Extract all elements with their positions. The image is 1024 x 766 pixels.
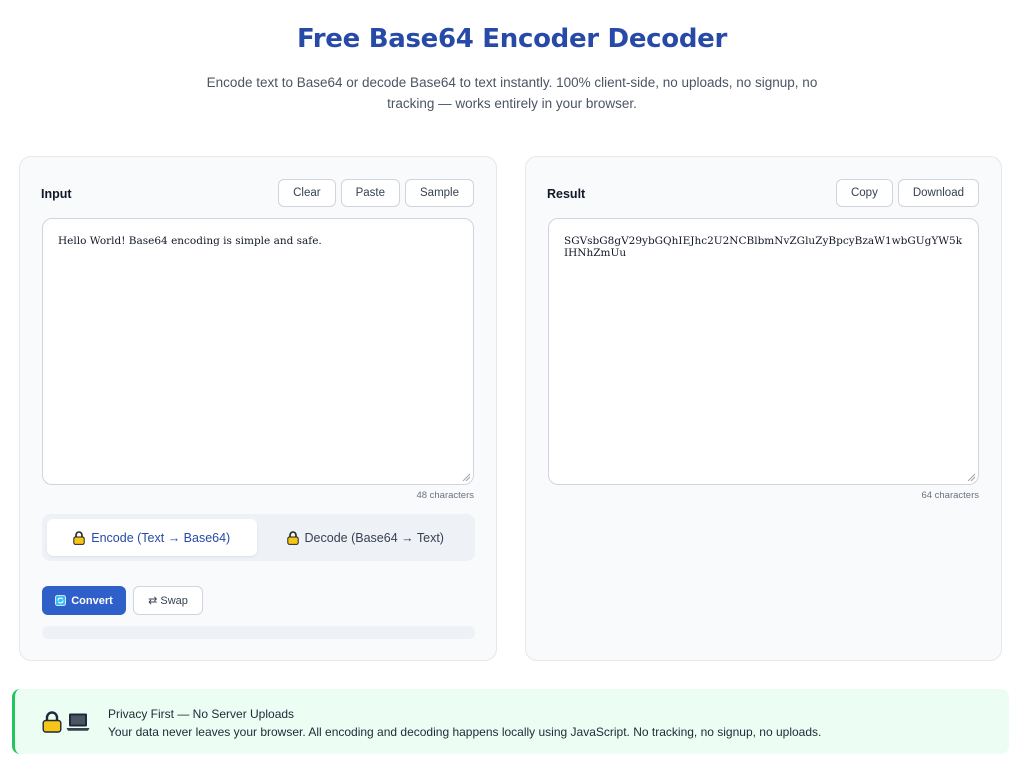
download-button[interactable]: Download xyxy=(897,179,979,207)
input-text: Hello World! Base64 encoding is simple a… xyxy=(58,235,322,247)
swap-button[interactable]: ⇄ Swap xyxy=(133,586,203,615)
lock-icon xyxy=(73,530,85,545)
result-panel: Result Copy Download SGVsbG8gV29ybGQhIEJ… xyxy=(525,156,1002,661)
laptop-icon xyxy=(66,713,90,731)
tab-decode[interactable]: Decode (Base64 → Text) xyxy=(261,519,471,556)
clear-button[interactable]: Clear xyxy=(278,179,336,207)
privacy-notice: Privacy First — No Server Uploads Your d… xyxy=(12,689,1009,754)
mode-tabs: Encode (Text → Base64) Decode (Base64 → … xyxy=(42,514,475,561)
input-toolbar: Clear Paste Sample xyxy=(278,179,474,207)
page-subtitle: Encode text to Base64 or decode Base64 t… xyxy=(206,75,818,111)
lock-icon xyxy=(42,711,62,733)
result-label: Result xyxy=(547,187,586,201)
convert-button[interactable]: Convert xyxy=(42,586,126,615)
result-textarea[interactable]: SGVsbG8gV29ybGQhIEJhc2U2NCBlbmNvZGluZyBp… xyxy=(548,218,979,485)
notice-text: Your data never leaves your browser. All… xyxy=(108,725,822,739)
tab-decode-label: Decode (Base64 → Text) xyxy=(304,530,444,545)
input-panel: Input Clear Paste Sample Hello World! Ba… xyxy=(19,156,497,661)
input-char-count: 48 characters xyxy=(416,490,474,501)
resize-grip-icon[interactable] xyxy=(967,473,975,481)
copy-button[interactable]: Copy xyxy=(835,179,893,207)
tab-encode-label: Encode (Text → Base64) xyxy=(91,530,231,545)
convert-label: Convert xyxy=(71,594,113,607)
sample-button[interactable]: Sample xyxy=(405,179,474,207)
convert-icon xyxy=(55,595,67,606)
result-toolbar: Copy Download xyxy=(835,179,979,207)
result-text: SGVsbG8gV29ybGQhIEJhc2U2NCBlbmNvZGluZyBp… xyxy=(564,235,963,259)
notice-title: Privacy First — No Server Uploads xyxy=(108,707,295,721)
input-label: Input xyxy=(41,187,72,201)
paste-button[interactable]: Paste xyxy=(340,179,400,207)
tab-encode[interactable]: Encode (Text → Base64) xyxy=(47,519,257,556)
result-char-count: 64 characters xyxy=(921,490,979,501)
resize-grip-icon[interactable] xyxy=(462,473,470,481)
progress-bar xyxy=(42,626,475,639)
notice-icons xyxy=(42,711,90,733)
page-title: Free Base64 Encoder Decoder xyxy=(296,24,728,54)
lock-icon xyxy=(286,530,299,545)
input-textarea[interactable]: Hello World! Base64 encoding is simple a… xyxy=(42,218,474,485)
